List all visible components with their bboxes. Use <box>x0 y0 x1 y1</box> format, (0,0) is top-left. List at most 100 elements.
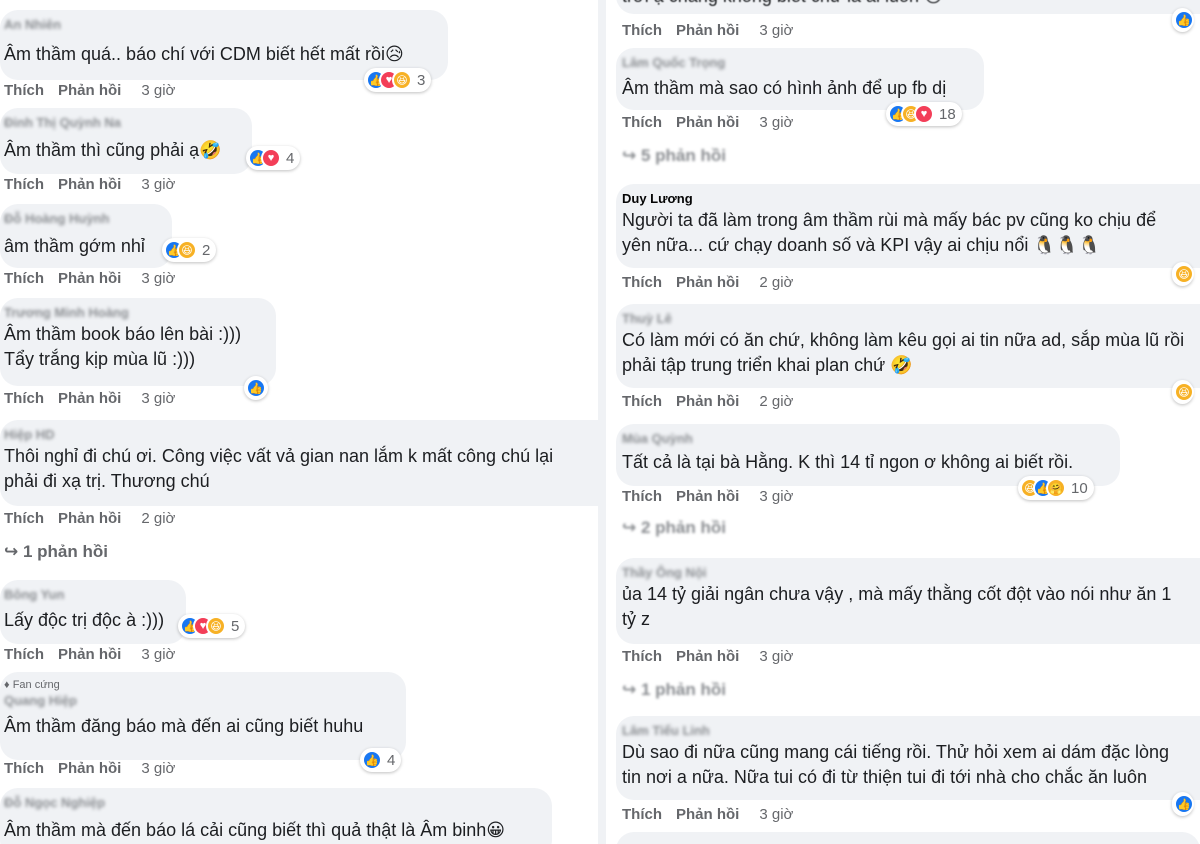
reaction-summary[interactable]: 😆 <box>1172 380 1194 404</box>
commenter-name[interactable]: Bông Yun <box>4 586 174 604</box>
like-link[interactable]: Thích <box>4 510 44 527</box>
reply-link[interactable]: Phản hồi <box>58 82 121 99</box>
like-link[interactable]: Thích <box>4 760 44 777</box>
timestamp[interactable]: 3 giờ <box>141 270 175 287</box>
like-link[interactable]: Thích <box>622 274 662 291</box>
like-link[interactable]: Thích <box>622 114 662 131</box>
reaction-count: 18 <box>939 105 956 123</box>
commenter-name[interactable]: An Nhiên <box>4 16 436 34</box>
comment-actions: Thích Phản hồi 3 giờ <box>4 760 175 777</box>
commenter-name[interactable]: Trương Minh Hoàng <box>4 304 264 322</box>
comment-text: yên nữa... cứ chạy doanh số và KPI vậy a… <box>622 235 1101 255</box>
commenter-name[interactable]: Lâm Quốc Trọng <box>622 54 972 72</box>
commenter-name[interactable]: Đỗ Hoàng Huỳnh <box>4 210 160 228</box>
reaction-count: 10 <box>1071 479 1088 497</box>
timestamp[interactable]: 3 giờ <box>141 82 175 99</box>
comment-bubble: Đinh Thị Quỳnh Na Âm thầm thì cũng phải … <box>0 108 252 174</box>
timestamp[interactable]: 2 giờ <box>759 393 793 410</box>
comment-actions: Thích Phản hồi 3 giờ <box>622 488 793 505</box>
commenter-name[interactable]: Đinh Thị Quỳnh Na <box>4 114 240 132</box>
reaction-summary[interactable]: 👍 ♥ 😆 3 <box>364 68 432 92</box>
reaction-count: 5 <box>231 617 240 635</box>
timestamp[interactable]: 3 giờ <box>759 114 793 131</box>
comment-text: Âm thầm thì cũng phải ạ🤣 <box>4 140 222 160</box>
reaction-summary[interactable]: 👍 ♥ 4 <box>246 146 301 170</box>
reply-link[interactable]: Phản hồi <box>58 176 121 193</box>
reply-link[interactable]: Phản hồi <box>58 646 121 663</box>
commenter-name[interactable]: Thuỳ Lê <box>622 310 1188 328</box>
reply-link[interactable]: Phản hồi <box>58 510 121 527</box>
timestamp[interactable]: 3 giờ <box>141 760 175 777</box>
comment-bubble: ♦ Fan cứng Quang Hiệp Âm thầm đăng báo m… <box>0 672 406 760</box>
commenter-name[interactable]: Thầy Ông Nội <box>622 564 1188 582</box>
reaction-summary[interactable]: 👍 😆 2 <box>162 238 217 262</box>
timestamp[interactable]: 3 giờ <box>759 22 793 39</box>
reply-link[interactable]: Phản hồi <box>676 22 739 39</box>
view-replies-link[interactable]: ↪ 2 phản hồi <box>622 518 726 538</box>
reaction-summary[interactable]: 👍 ♥ 😆 5 <box>178 614 246 638</box>
like-link[interactable]: Thích <box>622 393 662 410</box>
comment-actions: Thích Phản hồi 2 giờ <box>622 393 793 410</box>
comment-text: âm thầm gớm nhỉ <box>4 236 145 256</box>
commenter-name[interactable]: Hiệp HD <box>4 426 586 444</box>
view-replies-link[interactable]: ↪ 5 phản hồi <box>622 146 726 166</box>
left-comment-column: An Nhiên Âm thầm quá.. báo chí với CDM b… <box>0 0 598 844</box>
reaction-summary[interactable]: 👍 <box>244 376 268 400</box>
reply-link[interactable]: Phản hồi <box>58 390 121 407</box>
timestamp[interactable]: 3 giờ <box>141 646 175 663</box>
commenter-name[interactable]: Quang Hiệp <box>4 692 394 710</box>
reaction-summary[interactable]: 👍 4 <box>360 748 402 772</box>
timestamp[interactable]: 2 giờ <box>759 274 793 291</box>
like-link[interactable]: Thích <box>4 82 44 99</box>
timestamp[interactable]: 3 giờ <box>141 176 175 193</box>
comment-bubble: Đỗ Hoàng Huỳnh âm thầm gớm nhỉ <box>0 204 172 268</box>
timestamp[interactable]: 2 giờ <box>141 510 175 527</box>
reply-link[interactable]: Phản hồi <box>676 393 739 410</box>
like-link[interactable]: Thích <box>622 648 662 665</box>
reaction-summary[interactable]: 👍 <box>1172 8 1194 32</box>
reply-link[interactable]: Phản hồi <box>58 270 121 287</box>
commenter-name[interactable]: Lâm Tiểu Linh <box>622 722 1188 740</box>
timestamp[interactable]: 3 giờ <box>759 806 793 823</box>
love-reaction-icon: ♥ <box>914 104 934 124</box>
like-link[interactable]: Thích <box>4 646 44 663</box>
comment-text: Âm thầm quá.. báo chí với CDM biết hết m… <box>4 44 404 64</box>
like-reaction-icon: 👍 <box>1174 794 1194 814</box>
right-comment-column: trời ạ chẳng không biết chứ là ai luôn 😢… <box>606 0 1200 844</box>
like-link[interactable]: Thích <box>4 176 44 193</box>
comment-text: Âm thầm mà sao có hình ảnh để up fb dị <box>622 78 947 98</box>
reply-link[interactable]: Phản hồi <box>676 648 739 665</box>
comment-text: Có làm mới có ăn chứ, không làm kêu gọi … <box>622 330 1185 350</box>
like-link[interactable]: Thích <box>4 390 44 407</box>
view-replies-link[interactable]: ↪ 1 phản hồi <box>622 680 726 700</box>
like-link[interactable]: Thích <box>622 22 662 39</box>
comment-text: Dù sao đi nữa cũng mang cái tiếng rồi. T… <box>622 742 1170 762</box>
reply-link[interactable]: Phản hồi <box>676 274 739 291</box>
timestamp[interactable]: 3 giờ <box>141 390 175 407</box>
reaction-summary[interactable]: 👍 😆 ♥ 18 <box>886 102 962 126</box>
comment-text: Thôi nghỉ đi chú ơi. Công việc vất vả gi… <box>4 446 554 466</box>
reaction-summary[interactable]: 👍 <box>1172 792 1194 816</box>
love-reaction-icon: ♥ <box>261 148 281 168</box>
view-replies-link[interactable]: ↪ 1 phản hồi <box>4 542 108 562</box>
timestamp[interactable]: 3 giờ <box>759 488 793 505</box>
comment-text: Tẩy trắng kịp mùa lũ :))) <box>4 349 196 369</box>
haha-reaction-icon: 😆 <box>206 616 226 636</box>
comment-actions: Thích Phản hồi 2 giờ <box>622 274 793 291</box>
haha-reaction-icon: 😆 <box>392 70 412 90</box>
like-link[interactable]: Thích <box>622 806 662 823</box>
commenter-name[interactable]: Đỗ Ngọc Nghiệp <box>4 794 540 812</box>
reply-arrow-icon: ↪ <box>622 680 637 699</box>
commenter-name[interactable]: Duy Lương <box>622 190 1188 208</box>
reply-link[interactable]: Phản hồi <box>676 114 739 131</box>
timestamp[interactable]: 3 giờ <box>759 648 793 665</box>
reply-link[interactable]: Phản hồi <box>676 806 739 823</box>
commenter-name[interactable]: Mùa Quỳnh <box>622 430 1108 448</box>
reply-arrow-icon: ↪ <box>4 542 19 561</box>
like-link[interactable]: Thích <box>4 270 44 287</box>
reaction-summary[interactable]: 😆 👍 🤗 10 <box>1018 476 1094 500</box>
reply-link[interactable]: Phản hồi <box>58 760 121 777</box>
reaction-summary[interactable]: 😆 <box>1172 262 1194 286</box>
like-link[interactable]: Thích <box>622 488 662 505</box>
reply-link[interactable]: Phản hồi <box>676 488 739 505</box>
